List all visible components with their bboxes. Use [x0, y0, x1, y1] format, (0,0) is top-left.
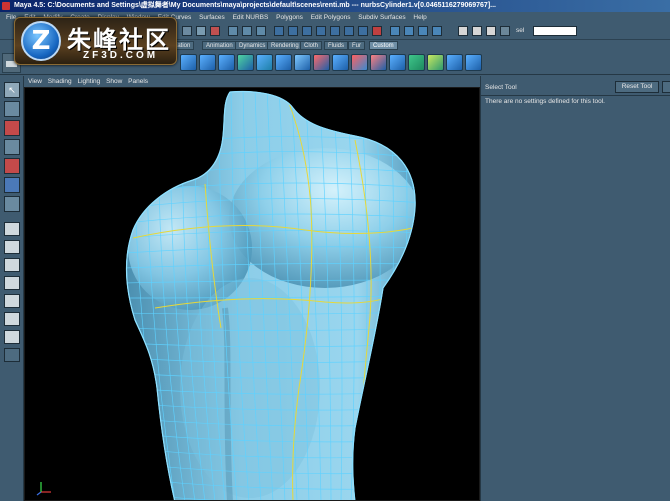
mask-handles-icon[interactable]	[274, 26, 284, 36]
mask-misc-icon[interactable]	[372, 26, 382, 36]
snap-point-icon[interactable]	[210, 26, 220, 36]
tool-settings-title: Select Tool	[485, 84, 517, 91]
layout-single-icon[interactable]	[4, 222, 20, 236]
select-tool-icon[interactable]: ↖	[4, 82, 20, 98]
tab-cloth[interactable]: Cloth	[300, 41, 323, 50]
select-component-icon[interactable]	[256, 26, 266, 36]
loft-icon[interactable]	[237, 54, 254, 71]
tab-rendering[interactable]: Rendering	[267, 41, 303, 50]
title-bar: Maya 4.5: C:\Documents and Settings\虚拟舞者…	[0, 0, 670, 12]
insert-isoparm-icon[interactable]	[370, 54, 387, 71]
tool-settings-message: There are no settings defined for this t…	[485, 98, 605, 105]
planar-icon[interactable]	[294, 54, 311, 71]
mask-curves-icon[interactable]	[302, 26, 312, 36]
site-logo-watermark: Z 朱峰社区 ZF3D.COM	[14, 17, 177, 65]
site-logo-name-en: ZF3D.COM	[83, 50, 159, 61]
surface-fillet-icon[interactable]	[427, 54, 444, 71]
select-object-icon[interactable]	[242, 26, 252, 36]
panel-menu-lighting[interactable]: Lighting	[77, 78, 100, 85]
layout-two-side-icon[interactable]	[4, 258, 20, 272]
nurbs-cone-icon[interactable]	[218, 54, 235, 71]
rebuild-surface-icon[interactable]	[389, 54, 406, 71]
manipulator-tool-icon[interactable]	[4, 196, 20, 212]
select-hierarchy-icon[interactable]	[228, 26, 238, 36]
panel-menu-panels[interactable]: Panels	[128, 78, 148, 85]
sculpt-surface-icon[interactable]	[408, 54, 425, 71]
layout-four-view-icon[interactable]	[4, 240, 20, 254]
tool-help-button[interactable]	[662, 81, 670, 93]
window-title: Maya 4.5: C:\Documents and Settings\虚拟舞者…	[14, 2, 496, 9]
move-tool-icon[interactable]	[4, 139, 20, 155]
maya-app-icon	[2, 2, 10, 10]
site-logo-badge-icon: Z	[21, 21, 61, 61]
layout-persp-graph-icon[interactable]	[4, 312, 20, 326]
layout-persp-outliner-icon[interactable]	[4, 294, 20, 308]
tab-dynamics[interactable]: Dynamics	[235, 41, 270, 50]
layout-two-stacked-icon[interactable]	[4, 276, 20, 290]
tab-custom[interactable]: Custom	[369, 41, 398, 50]
lasso-tool-icon[interactable]	[4, 101, 20, 117]
tab-fur[interactable]: Fur	[348, 41, 365, 50]
snap-to-point-icon[interactable]	[418, 26, 428, 36]
panel-menu-shading[interactable]: Shading	[48, 78, 72, 85]
layout-hypershade-icon[interactable]	[4, 330, 20, 344]
menu-polygons[interactable]: Polygons	[276, 14, 303, 21]
perspective-viewport[interactable]	[24, 87, 480, 501]
selection-field-label: sel	[516, 27, 525, 34]
mask-dynamics-icon[interactable]	[344, 26, 354, 36]
trim-tool-icon[interactable]	[313, 54, 330, 71]
mask-joints-icon[interactable]	[288, 26, 298, 36]
ipr-render-icon[interactable]	[472, 26, 482, 36]
rotate-tool-icon[interactable]	[4, 158, 20, 174]
menu-edit-polygons[interactable]: Edit Polygons	[311, 14, 351, 21]
panel-menu-view[interactable]: View	[28, 78, 42, 85]
snap-grid-icon[interactable]	[182, 26, 192, 36]
tool-settings-panel: Select Tool Reset Tool There are no sett…	[480, 76, 670, 501]
nurbs-cylinder-icon[interactable]	[199, 54, 216, 71]
panel-divider	[481, 95, 670, 96]
tab-animation[interactable]: Animation	[202, 41, 237, 50]
snap-curve-icon[interactable]	[196, 26, 206, 36]
attach-surfaces-icon[interactable]	[332, 54, 349, 71]
maya-window: Maya 4.5: C:\Documents and Settings\虚拟舞者…	[0, 0, 670, 501]
menu-help[interactable]: Help	[413, 14, 426, 21]
render-frame-icon[interactable]	[458, 26, 468, 36]
torso-model-svg[interactable]	[25, 88, 480, 501]
detach-surfaces-icon[interactable]	[351, 54, 368, 71]
menu-edit-nurbs[interactable]: Edit NURBS	[233, 14, 269, 21]
revolve-icon[interactable]	[256, 54, 273, 71]
input-line-menu-icon[interactable]	[500, 26, 510, 36]
align-surfaces-icon[interactable]	[465, 54, 482, 71]
panel-menu-bar: View Shading Lighting Show Panels	[24, 76, 480, 87]
mask-rendering-icon[interactable]	[358, 26, 368, 36]
render-globals-icon[interactable]	[486, 26, 496, 36]
snap-to-grid-icon[interactable]	[390, 26, 400, 36]
layout-options-icon[interactable]	[4, 348, 20, 362]
snap-to-plane-icon[interactable]	[432, 26, 442, 36]
reset-tool-button[interactable]: Reset Tool	[615, 81, 659, 93]
stitch-icon[interactable]	[446, 54, 463, 71]
snap-to-curve-icon[interactable]	[404, 26, 414, 36]
selection-input[interactable]	[533, 26, 577, 36]
panel-menu-show[interactable]: Show	[106, 78, 122, 85]
view-axis-icon	[36, 482, 51, 496]
paint-select-tool-icon[interactable]	[4, 120, 20, 136]
menu-surfaces[interactable]: Surfaces	[199, 14, 225, 21]
scale-tool-icon[interactable]	[4, 177, 20, 193]
menu-subdiv-surfaces[interactable]: Subdiv Surfaces	[358, 14, 405, 21]
nurbs-sphere-icon[interactable]	[180, 54, 197, 71]
extrude-icon[interactable]	[275, 54, 292, 71]
mask-surfaces-icon[interactable]	[316, 26, 326, 36]
toolbox: ↖	[0, 76, 24, 501]
tab-fluids[interactable]: Fluids	[324, 41, 349, 50]
mask-deformers-icon[interactable]	[330, 26, 340, 36]
